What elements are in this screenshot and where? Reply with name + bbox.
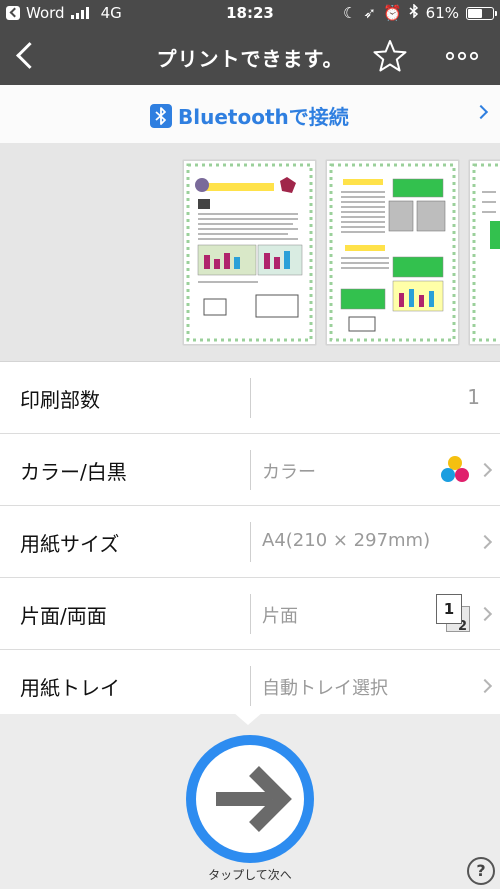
favorite-star-icon[interactable] (372, 38, 408, 74)
copies-row[interactable]: 印刷部数 1 (0, 362, 500, 434)
copies-value[interactable]: 1 (467, 385, 480, 409)
color-ink-icon (438, 454, 472, 490)
next-button-inner (196, 745, 304, 853)
more-options-icon[interactable] (442, 42, 482, 70)
chevron-right-icon (477, 534, 493, 550)
print-settings-list: 印刷部数 1 カラー/白黒 カラー 用紙サイズ A4(210 × 297mm) … (0, 361, 500, 714)
chevron-right-icon (477, 606, 493, 622)
bluetooth-icon (150, 103, 172, 128)
moon-icon: ☾ (342, 4, 357, 22)
duplex-front-sheet: 1 (436, 594, 462, 624)
bluetooth-connect-row[interactable]: Bluetoothで接続 (0, 85, 500, 144)
preview-page[interactable] (326, 160, 459, 345)
duplex-label: 片面/両面 (20, 604, 107, 628)
paper-tray-label: 用紙トレイ (20, 676, 120, 700)
row-divider (250, 666, 251, 706)
status-right: ☾ ➶ ⏰ 61% (342, 3, 497, 22)
row-divider (250, 522, 251, 562)
paper-size-value: A4(210 × 297mm) (262, 530, 431, 551)
preview-page[interactable] (183, 160, 316, 345)
paper-size-label: 用紙サイズ (20, 532, 120, 556)
battery-percent: 61% (425, 4, 459, 22)
row-divider (250, 378, 251, 418)
duplex-value: 片面 (262, 606, 298, 627)
document-preview-strip[interactable] (0, 143, 500, 361)
arrow-right-icon (216, 766, 292, 832)
battery-icon (466, 6, 497, 20)
page-title: プリントできます。 (156, 47, 344, 71)
copies-label: 印刷部数 (20, 388, 100, 412)
preview-page[interactable] (469, 160, 500, 345)
color-mode-value: カラー (262, 462, 316, 483)
status-bar: Word 4G 18:23 ☾ ➶ ⏰ 61% (0, 0, 500, 28)
paper-size-row[interactable]: 用紙サイズ A4(210 × 297mm) (0, 506, 500, 578)
bluetooth-status-icon (409, 3, 419, 22)
bluetooth-connect-content: Bluetoothで接続 (150, 101, 349, 130)
duplex-row[interactable]: 片面/両面 片面 2 1 (0, 578, 500, 650)
chevron-right-icon (477, 462, 493, 478)
next-button[interactable] (186, 735, 314, 863)
row-divider (250, 594, 251, 634)
help-icon[interactable]: ? (467, 857, 495, 885)
row-divider (250, 450, 251, 490)
alarm-icon: ⏰ (382, 4, 402, 22)
single-sided-icon: 2 1 (436, 594, 474, 634)
paper-tray-value: 自動トレイ選択 (262, 678, 388, 699)
color-mode-label: カラー/白黒 (20, 460, 127, 484)
location-icon: ➶ (363, 4, 376, 22)
bluetooth-connect-label: Bluetoothで接続 (178, 105, 349, 129)
navigation-bar: プリントできます。 (0, 28, 500, 85)
chevron-right-icon (477, 678, 493, 694)
settings-pointer (233, 712, 263, 725)
color-mode-row[interactable]: カラー/白黒 カラー (0, 434, 500, 506)
chevron-right-icon (473, 104, 489, 120)
next-button-label: タップして次へ (208, 868, 292, 882)
